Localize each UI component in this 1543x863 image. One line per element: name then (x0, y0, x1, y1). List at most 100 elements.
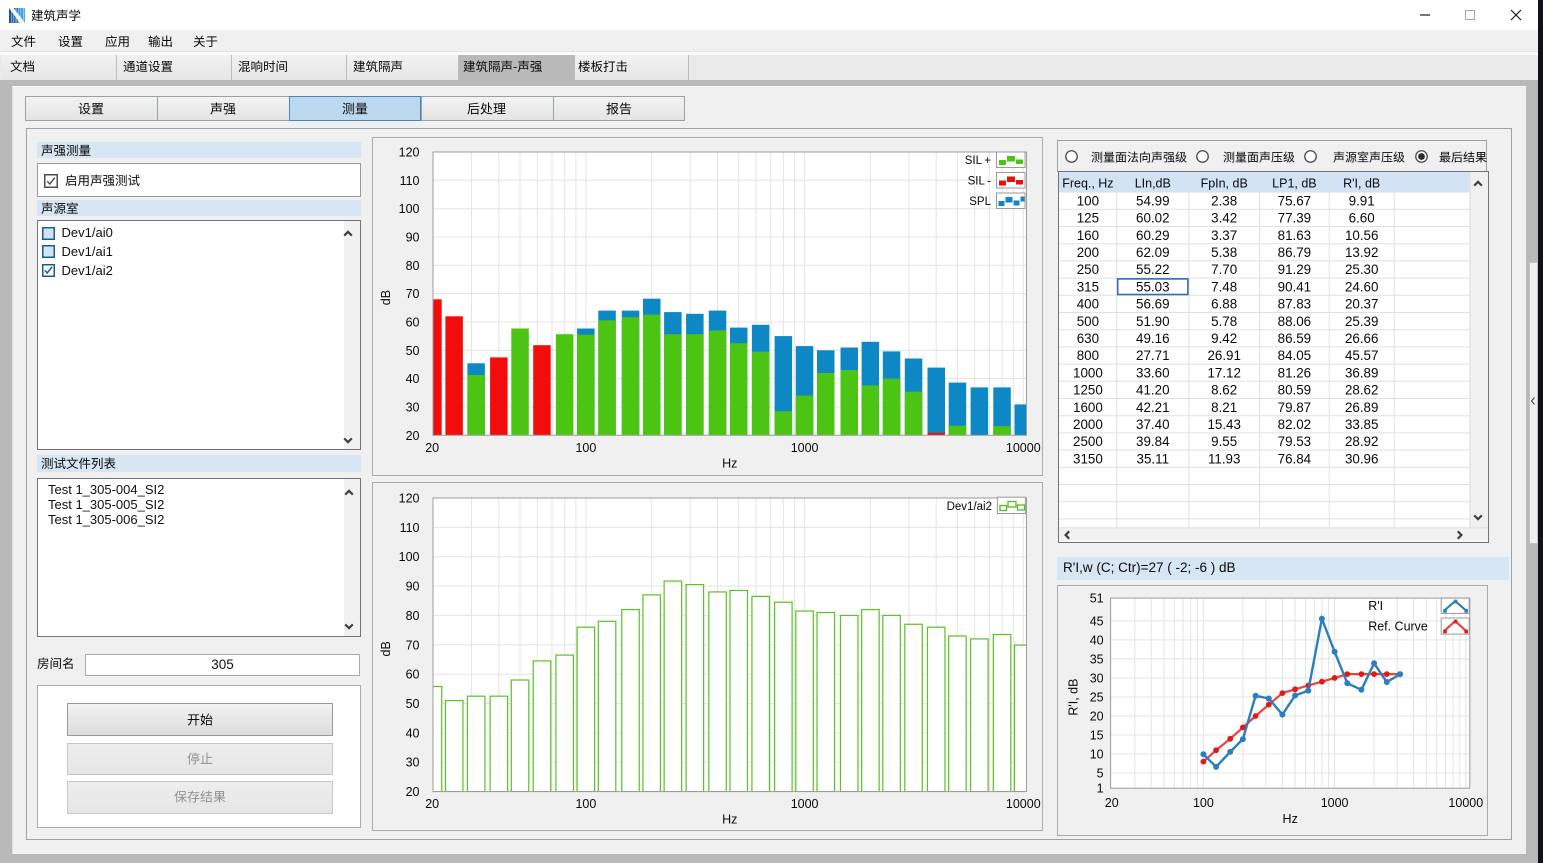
svg-text:1: 1 (1096, 782, 1103, 796)
svg-text:45: 45 (1090, 614, 1104, 628)
svg-text:25.30: 25.30 (1345, 262, 1378, 277)
svg-text:5: 5 (1096, 766, 1103, 780)
svg-text:13.92: 13.92 (1345, 245, 1378, 260)
svg-text:76.84: 76.84 (1277, 451, 1311, 466)
svg-text:8.62: 8.62 (1211, 383, 1237, 398)
svg-text:55.03: 55.03 (1136, 279, 1169, 294)
svg-text:79.87: 79.87 (1277, 400, 1310, 415)
svg-text:15.43: 15.43 (1207, 417, 1240, 432)
svg-text:7.70: 7.70 (1211, 262, 1237, 277)
svg-text:11.93: 11.93 (1208, 451, 1240, 466)
svg-text:84.05: 84.05 (1277, 348, 1310, 363)
svg-text:9.42: 9.42 (1211, 331, 1237, 346)
svg-text:1000: 1000 (1073, 365, 1103, 380)
svg-text:20: 20 (1105, 796, 1119, 810)
svg-text:37.40: 37.40 (1136, 417, 1169, 432)
svg-text:36.89: 36.89 (1345, 365, 1378, 380)
svg-text:25: 25 (1090, 690, 1104, 704)
svg-text:81.63: 81.63 (1277, 228, 1310, 243)
svg-text:SPL: SPL (969, 196, 991, 208)
svg-text:80.59: 80.59 (1277, 383, 1310, 398)
svg-text:51: 51 (1090, 591, 1104, 605)
svg-text:2.38: 2.38 (1211, 193, 1237, 208)
svg-text:10: 10 (1090, 747, 1104, 761)
svg-text:15: 15 (1090, 728, 1104, 742)
svg-text:200: 200 (1077, 245, 1099, 260)
svg-text:60.02: 60.02 (1136, 211, 1169, 226)
svg-text:250: 250 (1077, 262, 1099, 277)
svg-text:R'I, dB: R'I, dB (1066, 678, 1080, 715)
svg-text:9.91: 9.91 (1348, 193, 1374, 208)
svg-text:25.39: 25.39 (1345, 314, 1378, 329)
svg-text:2000: 2000 (1073, 417, 1103, 432)
svg-text:400: 400 (1077, 297, 1099, 312)
svg-text:10.56: 10.56 (1345, 228, 1378, 243)
svg-text:500: 500 (1077, 314, 1099, 329)
svg-text:26.66: 26.66 (1345, 331, 1378, 346)
svg-text:160: 160 (1077, 228, 1099, 243)
svg-text:30: 30 (1090, 671, 1104, 685)
svg-text:30.96: 30.96 (1345, 451, 1378, 466)
svg-text:81.26: 81.26 (1277, 365, 1310, 380)
svg-text:28.62: 28.62 (1345, 383, 1378, 398)
svg-text:3.42: 3.42 (1211, 211, 1237, 226)
svg-text:33.60: 33.60 (1136, 365, 1169, 380)
svg-text:9.55: 9.55 (1211, 434, 1237, 449)
svg-text:20.37: 20.37 (1345, 297, 1378, 312)
svg-text:41.20: 41.20 (1136, 383, 1169, 398)
svg-text:62.09: 62.09 (1136, 245, 1169, 260)
svg-text:88.06: 88.06 (1277, 314, 1310, 329)
svg-text:1000: 1000 (1321, 796, 1349, 810)
svg-text:75.67: 75.67 (1277, 193, 1310, 208)
svg-text:82.02: 82.02 (1277, 417, 1310, 432)
svg-text:7.48: 7.48 (1211, 279, 1237, 294)
svg-text:125: 125 (1077, 211, 1099, 226)
svg-text:LIn,dB: LIn,dB (1135, 177, 1171, 191)
svg-text:35: 35 (1090, 652, 1104, 666)
svg-text:100: 100 (1077, 193, 1099, 208)
svg-text:1250: 1250 (1073, 383, 1103, 398)
svg-text:42.21: 42.21 (1136, 400, 1169, 415)
svg-text:79.53: 79.53 (1277, 434, 1310, 449)
svg-text:R'I: R'I (1368, 599, 1383, 613)
svg-text:SIL -: SIL - (968, 176, 992, 188)
svg-text:90.41: 90.41 (1277, 279, 1310, 294)
svg-text:LP1, dB: LP1, dB (1272, 177, 1316, 191)
svg-text:17.12: 17.12 (1207, 365, 1240, 380)
svg-text:Hz: Hz (1282, 812, 1297, 826)
svg-text:630: 630 (1077, 331, 1099, 346)
svg-text:2500: 2500 (1073, 434, 1103, 449)
svg-text:10000: 10000 (1448, 796, 1483, 810)
svg-text:40: 40 (1090, 633, 1104, 647)
svg-text:Freq., Hz: Freq., Hz (1062, 177, 1113, 191)
svg-text:5.78: 5.78 (1211, 314, 1237, 329)
svg-text:6.88: 6.88 (1211, 297, 1237, 312)
svg-text:6.60: 6.60 (1348, 211, 1374, 226)
svg-text:86.59: 86.59 (1277, 331, 1310, 346)
svg-text:315: 315 (1077, 279, 1099, 294)
svg-text:33.85: 33.85 (1345, 417, 1378, 432)
svg-text:49.16: 49.16 (1136, 331, 1169, 346)
svg-text:91.29: 91.29 (1277, 262, 1310, 277)
svg-text:27.71: 27.71 (1136, 348, 1169, 363)
svg-text:3.37: 3.37 (1211, 228, 1237, 243)
svg-text:77.39: 77.39 (1277, 211, 1310, 226)
svg-text:45.57: 45.57 (1345, 348, 1378, 363)
svg-text:Dev1/ai2: Dev1/ai2 (947, 501, 992, 513)
svg-text:51.90: 51.90 (1136, 314, 1169, 329)
svg-text:FpIn, dB: FpIn, dB (1200, 177, 1247, 191)
svg-text:1600: 1600 (1073, 400, 1103, 415)
svg-text:Ref. Curve: Ref. Curve (1368, 619, 1428, 633)
svg-text:28.92: 28.92 (1345, 434, 1378, 449)
svg-text:55.22: 55.22 (1136, 262, 1169, 277)
svg-text:100: 100 (1193, 796, 1214, 810)
svg-text:56.69: 56.69 (1136, 297, 1169, 312)
svg-text:54.99: 54.99 (1136, 193, 1169, 208)
svg-text:3150: 3150 (1073, 451, 1103, 466)
svg-text:800: 800 (1077, 348, 1099, 363)
svg-text:87.83: 87.83 (1277, 297, 1310, 312)
svg-text:26.91: 26.91 (1207, 348, 1240, 363)
svg-text:60.29: 60.29 (1136, 228, 1169, 243)
svg-text:20: 20 (1090, 709, 1104, 723)
svg-text:R'I, dB: R'I, dB (1343, 177, 1380, 191)
